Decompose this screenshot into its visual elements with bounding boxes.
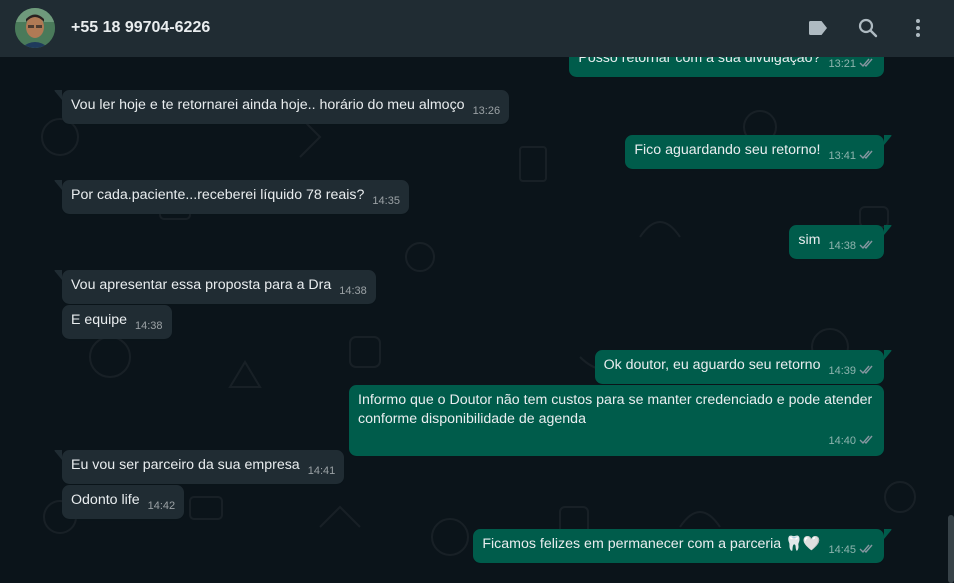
bubble-tail (54, 270, 62, 280)
read-ticks-icon (859, 240, 873, 250)
message-time: 14:40 (828, 432, 875, 451)
message-time: 13:41 (828, 147, 875, 166)
message-text: Vou apresentar essa proposta para a Dra (71, 277, 332, 293)
message-text: Fico aguardando seu retorno! (634, 142, 821, 158)
message-text: Por cada.paciente...receberei líquido 78… (71, 187, 365, 203)
message-time: 14:42 (148, 497, 176, 516)
avatar-photo (15, 8, 55, 48)
message-timestamp: 14:35 (372, 195, 400, 207)
message-timestamp: 13:41 (828, 150, 856, 162)
outgoing-message[interactable]: Ficamos felizes em permanecer com a parc… (473, 529, 892, 563)
message-text: E equipe (71, 312, 128, 328)
incoming-message[interactable]: Vou ler hoje e te retornarei ainda hoje.… (54, 90, 510, 124)
message-text: Odonto life (71, 492, 140, 508)
read-ticks-icon (859, 58, 873, 68)
message-time: 14:35 (372, 192, 400, 211)
outgoing-message[interactable]: Posso retornar com a sua divulgação? 13:2… (569, 57, 884, 77)
menu-dots-icon[interactable] (906, 16, 930, 40)
incoming-message[interactable]: Por cada.paciente...receberei líquido 78… (54, 180, 409, 214)
bubble-tail (54, 450, 62, 460)
message-time: 14:45 (828, 541, 875, 560)
read-ticks-icon (859, 435, 873, 445)
bubble-tail (884, 225, 892, 235)
incoming-message[interactable]: E equipe 14:38 (62, 305, 172, 339)
message-timestamp: 14:40 (828, 435, 856, 447)
avatar[interactable] (15, 8, 55, 48)
read-ticks-icon (859, 365, 873, 375)
message-time: 14:39 (828, 362, 875, 381)
bubble-tail (884, 135, 892, 145)
search-icon[interactable] (856, 16, 880, 40)
message-timestamp: 14:42 (147, 500, 176, 512)
message-time: 14:38 (339, 282, 367, 301)
message-timestamp: 14:38 (339, 285, 367, 297)
message-text: Ficamos felizes em permanecer com a parc… (482, 536, 821, 552)
message-text: Ok doutor, eu aguardo seu retorno (603, 357, 821, 373)
message-time: 14:38 (828, 237, 875, 256)
message-text: Eu vou ser parceiro da sua empresa (71, 457, 300, 473)
contact-name[interactable]: +55 18 99704-6226 (71, 19, 210, 37)
outgoing-message[interactable]: Informo que o Doutor não tem custos para… (349, 385, 884, 456)
outgoing-message[interactable]: Fico aguardando seu retorno! 13:41 (625, 135, 892, 169)
read-ticks-icon (859, 150, 873, 160)
read-ticks-icon (859, 544, 873, 554)
outgoing-message[interactable]: Ok doutor, eu aguardo seu retorno 14:39 (594, 350, 892, 384)
message-timestamp: 14:41 (307, 465, 336, 477)
bubble-tail (54, 90, 62, 100)
message-timestamp: 14:38 (828, 240, 856, 252)
message-timestamp: 14:39 (828, 365, 856, 377)
bubble-tail (884, 529, 892, 539)
incoming-message[interactable]: Odonto life 14:42 (62, 485, 185, 519)
message-timestamp: 14:38 (135, 320, 163, 332)
message-timestamp: 14:45 (828, 544, 856, 556)
message-time: 13:21 (828, 57, 875, 74)
bubble-tail (54, 180, 62, 190)
message-text: sim (798, 232, 821, 248)
message-text: Vou ler hoje e te retornarei ainda hoje.… (71, 97, 465, 113)
message-timestamp: 13:21 (828, 58, 856, 70)
message-text: Posso retornar com a sua divulgação? (578, 57, 821, 66)
outgoing-message[interactable]: sim 14:38 (789, 225, 892, 259)
chat-area[interactable]: Posso retornar com a sua divulgação? 13:2… (0, 57, 954, 583)
chat-header: +55 18 99704-6226 (0, 0, 954, 57)
message-timestamp: 13:26 (472, 105, 501, 117)
incoming-message[interactable]: Eu vou ser parceiro da sua empresa 14:41 (54, 450, 345, 484)
bubble-tail (884, 350, 892, 360)
message-time: 14:38 (135, 317, 163, 336)
message-time: 13:26 (473, 102, 501, 121)
incoming-message[interactable]: Vou apresentar essa proposta para a Dra 1… (54, 270, 376, 304)
scrollbar[interactable] (948, 515, 954, 583)
label-icon[interactable] (806, 16, 830, 40)
message-time: 14:41 (308, 462, 336, 481)
message-text: Informo que o Doutor não tem custos para… (358, 392, 873, 427)
